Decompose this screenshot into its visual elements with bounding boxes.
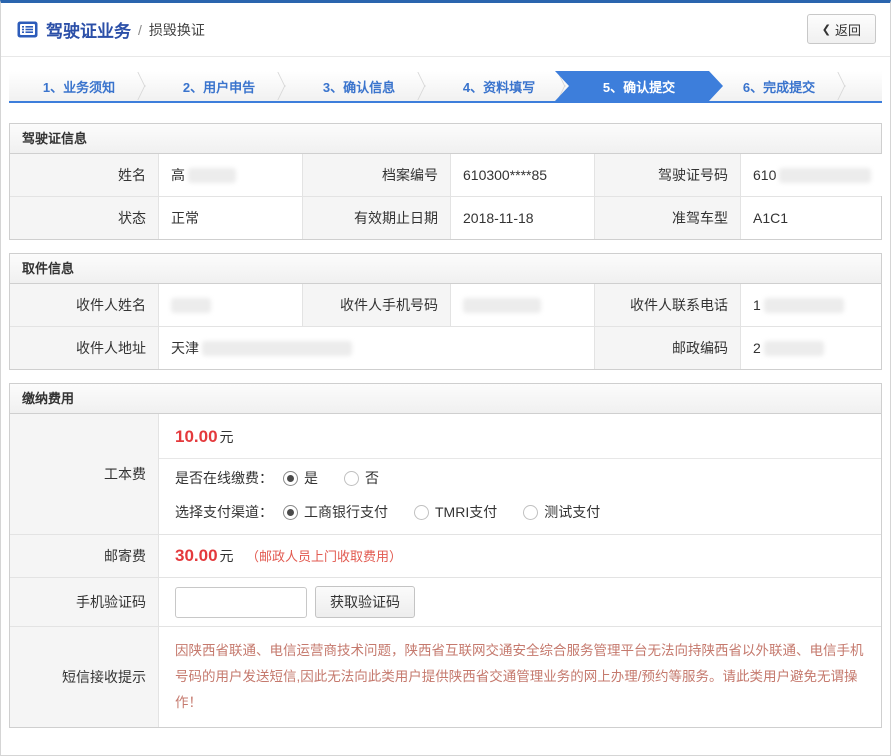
expiry-label: 有效期止日期 xyxy=(303,197,450,239)
recipient-phone-label: 收件人联系电话 xyxy=(595,284,740,326)
redaction xyxy=(779,168,871,183)
redaction xyxy=(188,168,236,183)
table-row: 状态 正常 有效期止日期 2018-11-18 准驾车型 A1C1 xyxy=(10,196,881,239)
recipient-phone-value: 1 xyxy=(740,284,881,326)
online-pay-question-line: 是否在线缴费： 是 否 xyxy=(159,459,881,493)
chevron-left-icon: ❮ xyxy=(822,23,831,36)
step-5-confirm-submit[interactable]: 5、确认提交 xyxy=(555,71,723,101)
table-row: 收件人姓名 收件人手机号码 收件人联系电话 1 xyxy=(10,284,881,326)
postal-code-value: 2 xyxy=(740,327,881,369)
radio-option-tmri-pay[interactable]: TMRI支付 xyxy=(414,502,497,522)
radio-selected-icon xyxy=(283,505,298,520)
radio-option-icbc-pay[interactable]: 工商银行支付 xyxy=(283,502,388,522)
header: 驾驶证业务 / 损毁换证 ❮ 返回 xyxy=(1,3,890,57)
radio-label: 工商银行支付 xyxy=(304,502,388,522)
redaction xyxy=(202,341,352,356)
radio-option-test-pay[interactable]: 测试支付 xyxy=(523,502,600,522)
fees-title: 缴纳费用 xyxy=(10,384,881,414)
step-2-user-declaration[interactable]: 2、用户申告 xyxy=(149,71,289,101)
radio-label: TMRI支付 xyxy=(435,502,497,522)
redaction xyxy=(764,298,844,313)
breadcrumb-separator: / xyxy=(138,22,142,38)
get-code-button[interactable]: 获取验证码 xyxy=(315,586,415,618)
sms-notice-label: 短信接收提示 xyxy=(10,627,158,727)
radio-label: 测试支付 xyxy=(544,502,600,522)
radio-label: 是 xyxy=(304,468,318,488)
table-row: 收件人地址 天津 邮政编码 2 xyxy=(10,326,881,369)
pickup-info-section: 取件信息 收件人姓名 收件人手机号码 收件人联系电话 1 收件人地址 天津 xyxy=(9,253,882,370)
step-bar-filler xyxy=(849,71,882,101)
radio-option-online-yes[interactable]: 是 xyxy=(283,468,318,488)
sms-code-label: 手机验证码 xyxy=(10,578,158,626)
recipient-address-label: 收件人地址 xyxy=(10,327,158,369)
sms-code-input[interactable] xyxy=(175,587,307,618)
redaction xyxy=(463,298,541,313)
postage-fee-unit: 元 xyxy=(220,548,234,564)
back-button-label: 返回 xyxy=(835,20,861,39)
sms-notice-content: 因陕西省联通、电信运营商技术问题，陕西省互联网交通安全综合服务管理平台无法向持陕… xyxy=(158,627,881,727)
step-4-fill-data[interactable]: 4、资料填写 xyxy=(429,71,569,101)
recipient-mobile-value xyxy=(450,284,595,326)
postage-fee-content: 30.00元 （邮政人员上门收取费用） xyxy=(158,535,881,577)
sms-code-content: 获取验证码 xyxy=(158,578,881,626)
license-info-section: 驾驶证信息 姓名 高 档案编号 610300****85 驾驶证号码 610 状… xyxy=(9,123,882,240)
postage-fee-row: 邮寄费 30.00元 （邮政人员上门收取费用） xyxy=(10,534,881,577)
online-pay-question: 是否在线缴费： xyxy=(175,468,273,488)
breadcrumb-current: 损毁换证 xyxy=(149,20,205,40)
redaction xyxy=(764,341,824,356)
recipient-name-label: 收件人姓名 xyxy=(10,284,158,326)
step-1-business-notice[interactable]: 1、业务须知 xyxy=(9,71,149,101)
fees-section: 缴纳费用 工本费 10.00元 是否在线缴费： 是 否 xyxy=(9,383,882,728)
radio-unselected-icon xyxy=(414,505,429,520)
vehicle-class-label: 准驾车型 xyxy=(595,197,740,239)
production-fee-amount: 10.00 xyxy=(175,427,218,446)
radio-unselected-icon xyxy=(523,505,538,520)
postage-fee-amount: 30.00 xyxy=(175,546,218,565)
file-no-label: 档案编号 xyxy=(303,154,450,196)
page-title: 驾驶证业务 xyxy=(46,17,131,42)
status-label: 状态 xyxy=(10,197,158,239)
radio-unselected-icon xyxy=(344,471,359,486)
recipient-address-value: 天津 xyxy=(158,327,595,369)
name-value: 高 xyxy=(158,154,303,196)
expiry-value: 2018-11-18 xyxy=(450,197,595,239)
page: 驾驶证业务 / 损毁换证 ❮ 返回 1、业务须知 2、用户申告 3、确认信息 4… xyxy=(0,0,891,756)
license-info-title: 驾驶证信息 xyxy=(10,124,881,154)
sms-notice-row: 短信接收提示 因陕西省联通、电信运营商技术问题，陕西省互联网交通安全综合服务管理… xyxy=(10,626,881,727)
license-no-label: 驾驶证号码 xyxy=(595,154,740,196)
status-value: 正常 xyxy=(158,197,303,239)
list-icon xyxy=(17,21,38,38)
step-6-complete-submit[interactable]: 6、完成提交 xyxy=(709,71,849,101)
pay-channel-question-line: 选择支付渠道： 工商银行支付 TMRI支付 测试支付 xyxy=(159,493,881,534)
name-label: 姓名 xyxy=(10,154,158,196)
step-bar: 1、业务须知 2、用户申告 3、确认信息 4、资料填写 5、确认提交 6、完成提… xyxy=(9,71,882,103)
redaction xyxy=(171,298,211,313)
vehicle-class-value: A1C1 xyxy=(740,197,881,239)
sms-notice-text: 因陕西省联通、电信运营商技术问题，陕西省互联网交通安全综合服务管理平台无法向持陕… xyxy=(159,627,881,727)
pay-channel-question: 选择支付渠道： xyxy=(175,502,273,522)
recipient-name-value xyxy=(158,284,303,326)
production-fee-content: 10.00元 是否在线缴费： 是 否 选择支付渠道： xyxy=(158,414,881,534)
sms-code-row: 手机验证码 获取验证码 xyxy=(10,577,881,626)
table-row: 姓名 高 档案编号 610300****85 驾驶证号码 610 xyxy=(10,154,881,196)
footer: 上一步 完成 xyxy=(1,741,890,756)
recipient-mobile-label: 收件人手机号码 xyxy=(303,284,450,326)
production-fee-row: 工本费 10.00元 是否在线缴费： 是 否 xyxy=(10,414,881,534)
postal-code-label: 邮政编码 xyxy=(595,327,740,369)
postage-fee-amount-line: 30.00元 （邮政人员上门收取费用） xyxy=(159,535,881,577)
radio-selected-icon xyxy=(283,471,298,486)
file-no-value: 610300****85 xyxy=(450,154,595,196)
production-fee-amount-line: 10.00元 xyxy=(159,414,881,458)
pickup-info-title: 取件信息 xyxy=(10,254,881,284)
postage-fee-label: 邮寄费 xyxy=(10,535,158,577)
production-fee-label: 工本费 xyxy=(10,414,158,534)
radio-option-online-no[interactable]: 否 xyxy=(344,468,379,488)
back-button[interactable]: ❮ 返回 xyxy=(807,14,876,44)
radio-label: 否 xyxy=(365,468,379,488)
postage-fee-note: （邮政人员上门收取费用） xyxy=(246,549,402,564)
license-no-value: 610 xyxy=(740,154,883,196)
production-fee-unit: 元 xyxy=(220,429,234,445)
step-3-confirm-info[interactable]: 3、确认信息 xyxy=(289,71,429,101)
